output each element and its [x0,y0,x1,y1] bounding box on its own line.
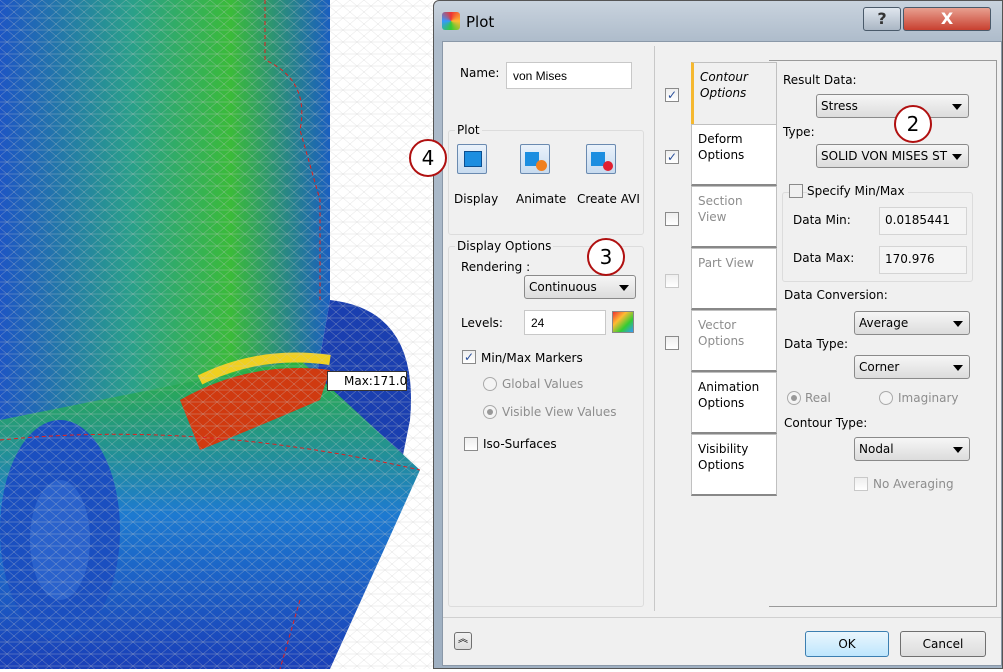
data-max-label: Data Max: [793,251,855,265]
visible-view-values-label: Visible View Values [502,405,617,419]
global-values-radio[interactable] [483,377,497,391]
animate-button-label[interactable]: Animate [516,192,566,206]
iso-surfaces-label: Iso-Surfaces [483,437,557,451]
max-marker-label: Max:171.0 [327,371,407,391]
contour-type-select[interactable]: Nodal [854,437,970,461]
tab-label: Vector [698,318,737,332]
no-averaging-checkbox[interactable] [854,477,868,491]
tab-label: Deform [698,132,743,146]
specify-minmax-checkbox[interactable] [789,184,803,198]
chevron-down-icon [953,447,963,453]
no-averaging-label: No Averaging [873,477,954,491]
result-data-value: Stress [821,99,858,113]
tab-part-view[interactable]: Part View [691,248,777,310]
data-max-field[interactable]: 170.976 [879,246,967,274]
data-conversion-select[interactable]: Average [854,311,970,335]
data-conversion-value: Average [859,316,909,330]
plot-group-title: Plot [455,123,482,137]
result-data-label: Result Data: [783,73,857,87]
callout-4: 4 [409,139,447,177]
double-chevron-up-icon[interactable]: ︽ [454,632,472,650]
display-options-title: Display Options [455,239,554,253]
name-label: Name: [460,66,500,80]
global-values-label: Global Values [502,377,584,391]
color-levels-icon[interactable] [612,311,634,333]
name-input[interactable] [506,62,632,89]
levels-input[interactable] [524,310,606,335]
data-min-label: Data Min: [793,213,851,227]
rendering-select[interactable]: Continuous [524,275,636,299]
tab-section-view[interactable]: Section View [691,186,777,248]
minmax-markers-label: Min/Max Markers [481,351,583,365]
specify-minmax-label: Specify Min/Max [807,184,908,198]
animate-icon[interactable] [520,144,550,174]
model-viewport[interactable]: Max:171.0 [0,0,433,670]
contour-type-label: Contour Type: [784,416,868,430]
data-type-label: Data Type: [784,337,849,351]
data-conversion-label: Data Conversion: [784,288,888,302]
tab-visibility-options[interactable]: Visibility Options [691,434,777,496]
display-options-group [448,246,644,607]
plot-dialog: Plot ? X Name: Plot Display Animate Crea… [433,0,1003,669]
imaginary-radio[interactable] [879,391,893,405]
callout-3: 3 [587,238,625,276]
tab-label: Options [700,86,747,100]
chevron-down-icon [953,321,963,327]
tab-vector-options[interactable]: Vector Options [691,310,777,372]
minmax-markers-checkbox[interactable]: ✓ [462,350,476,364]
data-type-value: Corner [859,360,900,374]
section-view-checkbox[interactable] [665,212,679,226]
type-select[interactable]: SOLID VON MISES ST [816,144,969,168]
panel-divider [654,46,655,611]
tab-label: Options [698,458,745,472]
data-type-select[interactable]: Corner [854,355,970,379]
tab-label: Part View [698,256,754,270]
ok-button[interactable]: OK [805,631,889,657]
part-view-checkbox[interactable] [665,274,679,288]
tab-label: Options [698,334,745,348]
real-radio[interactable] [787,391,801,405]
chevron-down-icon [952,104,962,110]
footer-separator [443,617,1001,618]
tab-label: Options [698,148,745,162]
result-data-select[interactable]: Stress [816,94,969,118]
vector-options-checkbox[interactable] [665,336,679,350]
close-button[interactable]: X [903,7,991,31]
plot-app-icon [442,12,460,30]
chevron-down-icon [952,154,962,160]
chevron-down-icon [619,285,629,291]
help-button[interactable]: ? [863,7,901,31]
fea-mesh-render [0,0,433,670]
tab-label: Options [698,396,745,410]
create-avi-button-label[interactable]: Create AVI [577,192,640,206]
chevron-down-icon [953,365,963,371]
contour-type-value: Nodal [859,442,894,456]
tab-contour-options[interactable]: Contour Options [691,62,777,124]
type-label: Type: [783,125,815,139]
callout-2: 2 [894,105,932,143]
deform-options-checkbox[interactable]: ✓ [665,150,679,164]
cancel-button[interactable]: Cancel [900,631,986,657]
data-min-field[interactable]: 0.0185441 [879,207,967,235]
rendering-label: Rendering : [461,260,531,274]
contour-options-checkbox[interactable]: ✓ [665,88,679,102]
display-icon[interactable] [457,144,487,174]
levels-label: Levels: [461,316,503,330]
type-value: SOLID VON MISES ST [821,149,948,163]
imaginary-label: Imaginary [898,391,959,405]
rendering-value: Continuous [529,280,597,294]
visible-view-values-radio[interactable] [483,405,497,419]
tab-deform-options[interactable]: Deform Options [691,124,777,186]
tab-label: Contour [700,70,748,84]
tab-label: Section View [698,194,743,224]
tab-label: Animation [698,380,760,394]
iso-surfaces-checkbox[interactable] [464,437,478,451]
create-avi-icon[interactable] [586,144,616,174]
dialog-title: Plot [466,13,495,31]
display-button-label[interactable]: Display [454,192,498,206]
real-label: Real [805,391,831,405]
tab-label: Visibility [698,442,749,456]
tab-animation-options[interactable]: Animation Options [691,372,777,434]
